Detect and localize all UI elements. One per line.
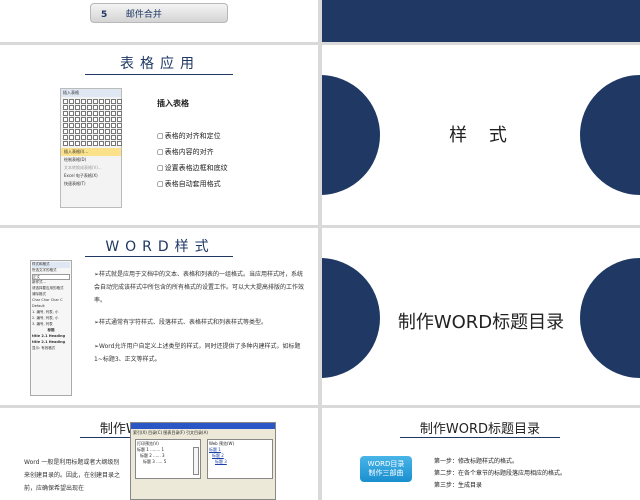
title-underline bbox=[85, 256, 233, 257]
paragraph: ➢Word允许用户自定义上述类型的样式，同时还提供了多种内建样式，如标题1~标题… bbox=[94, 343, 301, 363]
step-item: 第二步：在各个章节的标题段落应用相应的格式。 bbox=[434, 470, 567, 477]
right-circle-decoration bbox=[580, 75, 640, 195]
bullet-item: 表格自动套用格式 bbox=[157, 179, 228, 195]
bullet-item: 设置表格边框和底纹 bbox=[157, 163, 228, 179]
slide-title: WORD样式 bbox=[105, 239, 215, 255]
styles-pane-line[interactable]: 显示: 有效格式 bbox=[32, 346, 70, 352]
menu-item-insert-table[interactable]: 插入表格(I)... bbox=[61, 148, 121, 156]
menu-header: 插入表格 bbox=[61, 89, 121, 97]
preview-line: 标题 3 ..... 5 bbox=[143, 459, 167, 464]
slide-make-toc[interactable]: 制作WORD标题目录 Word 一般是利用标题或者大纲级别来创建目录的。因此，在… bbox=[0, 408, 318, 500]
slide-make-toc-steps[interactable]: 制作WORD标题目录 WORD目录 制作三部曲 第一步：修改标题样式的格式。 第… bbox=[322, 408, 640, 500]
paragraph: Word 一般是利用标题或者大纲级别来创建目录的。因此，在创建目录之前，应确保希… bbox=[24, 459, 121, 492]
section-title: 制作WORD标题目录 bbox=[397, 312, 565, 333]
navy-band bbox=[322, 0, 640, 42]
left-circle-decoration bbox=[322, 75, 380, 195]
badge-line: 制作三部曲 bbox=[368, 469, 404, 477]
step-item: 第一步：修改标题样式的格式。 bbox=[434, 458, 519, 465]
toc-steps-badge: WORD目录 制作三部曲 bbox=[360, 456, 412, 482]
insert-table-menu[interactable]: 插入表格 插入表格(I)... 绘制表格(D) 文本转换成表格(V)... Ex… bbox=[60, 88, 122, 208]
styles-pane[interactable]: 样式和格式 所选文字的格式 正文 新样式... 请选择要应用的格式 清除格式 C… bbox=[30, 260, 72, 396]
slide-toc[interactable]: 5 邮件合并 bbox=[0, 0, 318, 42]
slide-table-application[interactable]: 表格应用 插入表格 插入表格(I)... 绘制表格(D) 文本转换成表格(V).… bbox=[0, 45, 318, 225]
menu-item-text-to-table[interactable]: 文本转换成表格(V)... bbox=[61, 164, 121, 172]
slide-word-styles[interactable]: WORD样式 样式和格式 所选文字的格式 正文 新样式... 请选择要应用的格式… bbox=[0, 228, 318, 405]
tab-contents[interactable]: 目录(C) bbox=[148, 430, 162, 435]
menu-item-draw-table[interactable]: 绘制表格(D) bbox=[61, 156, 121, 164]
print-preview-pane: 打印预览(V) 标题 1 ........ 1 标题 2 ...... 3 标题… bbox=[135, 439, 201, 479]
slide-styles-section[interactable]: 样 式 bbox=[322, 45, 640, 225]
bullet-item: 表格的对齐和定位 bbox=[157, 131, 228, 147]
title-underline bbox=[85, 74, 233, 75]
right-circle-decoration bbox=[580, 258, 640, 378]
section-heading: 插入表格 bbox=[157, 99, 189, 108]
tab-authorities[interactable]: 引文目录(A) bbox=[186, 430, 208, 435]
toc-item-label: 邮件合并 bbox=[125, 10, 162, 20]
tab-index[interactable]: 索引(X) bbox=[133, 430, 147, 435]
badge-line: WORD目录 bbox=[367, 460, 405, 468]
scroll-button[interactable] bbox=[193, 447, 199, 475]
slide-toc-section[interactable]: 制作WORD标题目录 bbox=[322, 228, 640, 405]
dialog-tabs[interactable]: 索引(X) 目录(C) 图表目录(F) 引文目录(A) bbox=[131, 429, 275, 437]
bullet-item: 表格内容的对齐 bbox=[157, 147, 228, 163]
menu-item-excel-sheet[interactable]: Excel 电子表格(X) bbox=[61, 172, 121, 180]
menu-item-quick-table[interactable]: 快速表格(T) bbox=[61, 180, 121, 188]
step-item: 第三步：生成目录 bbox=[434, 482, 483, 489]
toc-item-mail-merge[interactable]: 5 邮件合并 bbox=[90, 3, 228, 23]
index-and-tables-dialog[interactable]: 索引(X) 目录(C) 图表目录(F) 引文目录(A) 打印预览(V) 标题 1… bbox=[130, 422, 276, 500]
tab-figures[interactable]: 图表目录(F) bbox=[163, 430, 184, 435]
section-title: 样 式 bbox=[449, 125, 515, 146]
bullet-list: 表格的对齐和定位 表格内容的对齐 设置表格边框和底纹 表格自动套用格式 bbox=[157, 131, 228, 195]
steps-list: 第一步：修改标题样式的格式。 第二步：在各个章节的标题段落应用相应的格式。 第三… bbox=[434, 456, 566, 492]
paragraph: ➢样式就是应用于文档中的文本、表格和列表的一组格式。当应用样式时，系统会自动完成… bbox=[94, 271, 305, 304]
slide-navy-blank[interactable] bbox=[322, 0, 640, 42]
web-preview-pane: Web 预览(W) 标题 1 标题 2 标题 3 bbox=[207, 439, 273, 479]
toc-item-number: 5 bbox=[101, 10, 108, 20]
left-circle-decoration bbox=[322, 258, 380, 378]
slide-title: 制作WORD标题目录 bbox=[419, 422, 541, 437]
table-grid-picker[interactable] bbox=[61, 97, 122, 148]
slide-title: 表格应用 bbox=[120, 56, 200, 72]
preview-line: 标题 3 bbox=[215, 459, 227, 464]
title-underline bbox=[400, 437, 560, 438]
paragraph: ➢样式通常有字符样式、段落样式、表格样式和列表样式等类型。 bbox=[94, 319, 268, 326]
